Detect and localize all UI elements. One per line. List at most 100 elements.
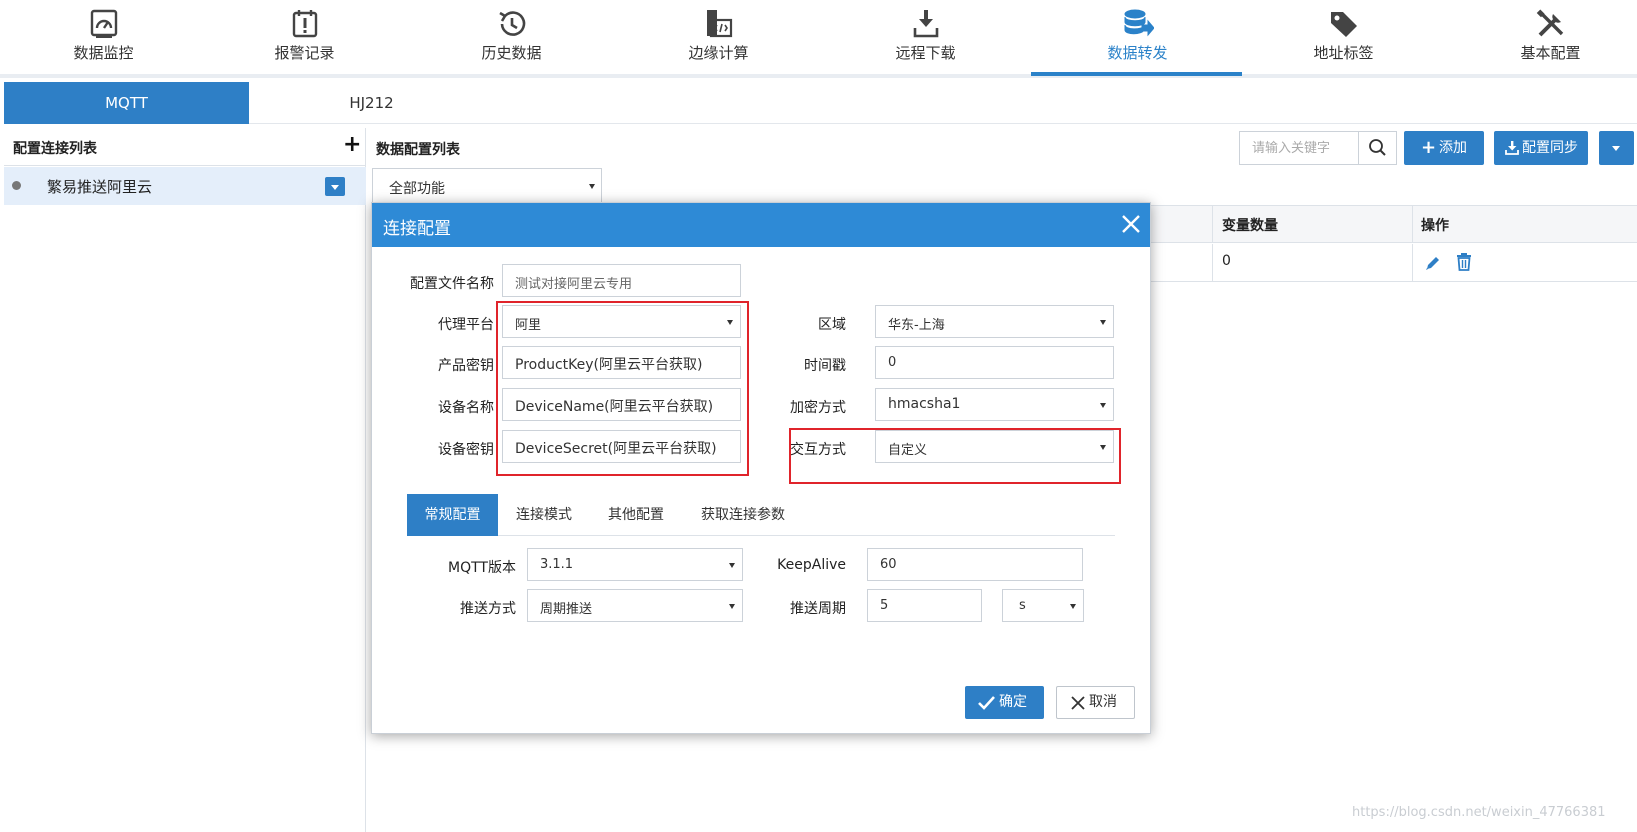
database-forward-icon	[1122, 8, 1155, 40]
region-select[interactable]: 华东-上海	[875, 305, 1114, 338]
tag-icon	[1328, 8, 1360, 40]
confirm-button[interactable]: 确定	[965, 686, 1044, 719]
edit-icon[interactable]	[1424, 254, 1442, 276]
connection-list-header: 配置连接列表 +	[4, 128, 366, 166]
nav-label: 边缘计算	[688, 44, 749, 62]
caret-down-icon	[1100, 403, 1106, 408]
config-name-input[interactable]: 测试对接阿里云专用	[502, 264, 741, 297]
search-icon	[1369, 139, 1386, 156]
connection-config-dialog: 连接配置 配置文件名称 测试对接阿里云专用 代理平台 阿里 产品密钥 Produ…	[371, 202, 1151, 734]
cancel-button[interactable]: 取消	[1056, 686, 1135, 719]
timestamp-input[interactable]: 0	[875, 346, 1114, 379]
delete-icon[interactable]	[1456, 253, 1472, 275]
keepalive-input[interactable]: 60	[867, 548, 1083, 581]
tab-connection-mode[interactable]: 连接模式	[498, 494, 590, 536]
download-icon	[910, 8, 942, 40]
nav-label: 数据转发	[1107, 44, 1168, 62]
nav-label: 历史数据	[481, 44, 542, 62]
nav-item-address-tags[interactable]: 地址标签	[1240, 0, 1447, 76]
push-mode-value: 周期推送	[540, 602, 593, 617]
connection-list-panel: 配置连接列表 + 繁易推送阿里云	[4, 128, 366, 832]
column-divider	[1412, 206, 1413, 242]
protocol-tabs: MQTT HJ212	[4, 82, 1637, 124]
dialog-title: 连接配置	[383, 219, 451, 239]
gauge-icon	[88, 8, 120, 40]
proxy-platform-label: 代理平台	[438, 317, 494, 333]
top-navigation: 数据监控 报警记录 历史数据 边缘计算 远程下载 数据转发 地址标签 基本配置	[0, 0, 1637, 78]
config-sync-label: 配置同步	[1522, 140, 1578, 156]
connection-name: 繁易推送阿里云	[47, 178, 153, 196]
caret-down-icon	[729, 563, 735, 568]
region-value: 华东-上海	[888, 318, 945, 333]
function-filter-select[interactable]: 全部功能	[372, 168, 602, 204]
push-mode-label: 推送方式	[460, 601, 516, 617]
close-icon	[1071, 696, 1085, 710]
push-period-input[interactable]: 5	[867, 589, 982, 622]
region-label: 区域	[818, 317, 846, 333]
mqtt-version-value: 3.1.1	[540, 557, 574, 572]
device-secret-label: 设备密钥	[438, 442, 494, 458]
history-icon	[496, 8, 528, 40]
close-icon[interactable]	[1119, 212, 1143, 236]
function-filter-value: 全部功能	[389, 181, 445, 197]
dialog-header: 连接配置	[372, 203, 1150, 247]
product-key-label: 产品密钥	[438, 358, 494, 374]
column-header-actions: 操作	[1421, 218, 1449, 234]
nav-item-data-forwarding[interactable]: 数据转发	[1034, 0, 1241, 76]
column-header-var-count: 变量数量	[1222, 218, 1278, 234]
push-period-unit-select[interactable]: s	[1002, 589, 1084, 622]
caret-down-icon	[589, 184, 595, 189]
connection-menu-dropdown-button[interactable]	[325, 177, 345, 196]
push-mode-select[interactable]: 周期推送	[527, 589, 743, 622]
nav-item-edge-computing[interactable]: 边缘计算	[615, 0, 822, 76]
config-sync-button[interactable]: 配置同步	[1494, 131, 1588, 165]
nav-item-alarm-records[interactable]: 报警记录	[201, 0, 408, 76]
active-nav-indicator	[1031, 72, 1242, 76]
tools-icon	[1535, 8, 1567, 40]
add-button[interactable]: + 添加	[1404, 131, 1484, 165]
nav-label: 基本配置	[1520, 44, 1581, 62]
confirm-button-label: 确定	[999, 694, 1027, 710]
push-period-unit-value: s	[1019, 598, 1026, 613]
cancel-button-label: 取消	[1089, 694, 1117, 710]
keepalive-label: KeepAlive	[777, 557, 846, 573]
nav-item-remote-download[interactable]: 远程下载	[822, 0, 1029, 76]
encryption-value: hmacsha1	[888, 396, 961, 412]
tab-mqtt[interactable]: MQTT	[4, 82, 249, 124]
watermark: https://blog.csdn.net/weixin_47766381	[1352, 805, 1606, 820]
download-icon	[1505, 141, 1519, 155]
nav-item-data-monitor[interactable]: 数据监控	[0, 0, 207, 76]
push-period-label: 推送周期	[790, 601, 846, 617]
plus-icon: +	[1421, 137, 1437, 158]
tab-get-connection-params[interactable]: 获取连接参数	[682, 494, 804, 536]
column-divider	[1212, 206, 1213, 242]
caret-down-icon	[729, 604, 735, 609]
code-file-icon	[703, 8, 735, 40]
nav-label: 地址标签	[1313, 44, 1374, 62]
mqtt-version-label: MQTT版本	[448, 560, 516, 576]
check-icon	[978, 696, 995, 710]
nav-item-basic-config[interactable]: 基本配置	[1447, 0, 1637, 76]
more-actions-dropdown-button[interactable]	[1599, 131, 1634, 165]
nav-item-history-data[interactable]: 历史数据	[408, 0, 615, 76]
keepalive-value: 60	[880, 557, 897, 572]
highlight-box-credentials	[496, 301, 749, 476]
timestamp-value: 0	[888, 355, 897, 370]
tab-hj212[interactable]: HJ212	[249, 82, 494, 124]
tab-other-config[interactable]: 其他配置	[590, 494, 682, 536]
caret-down-icon	[1070, 604, 1076, 609]
nav-label: 远程下载	[895, 44, 956, 62]
tab-general-config[interactable]: 常规配置	[407, 494, 498, 536]
status-dot	[12, 181, 21, 190]
add-button-label: 添加	[1439, 140, 1467, 156]
search-button[interactable]	[1358, 131, 1397, 165]
caret-down-icon	[1100, 320, 1106, 325]
connection-list-item[interactable]: 繁易推送阿里云	[4, 167, 366, 205]
connection-list-title: 配置连接列表	[13, 141, 97, 157]
add-connection-button[interactable]: +	[343, 132, 361, 157]
push-period-value: 5	[880, 598, 889, 613]
encryption-label: 加密方式	[790, 400, 846, 416]
encryption-select[interactable]: hmacsha1	[875, 388, 1114, 421]
alarm-calendar-icon	[289, 8, 321, 40]
mqtt-version-select[interactable]: 3.1.1	[527, 548, 743, 581]
